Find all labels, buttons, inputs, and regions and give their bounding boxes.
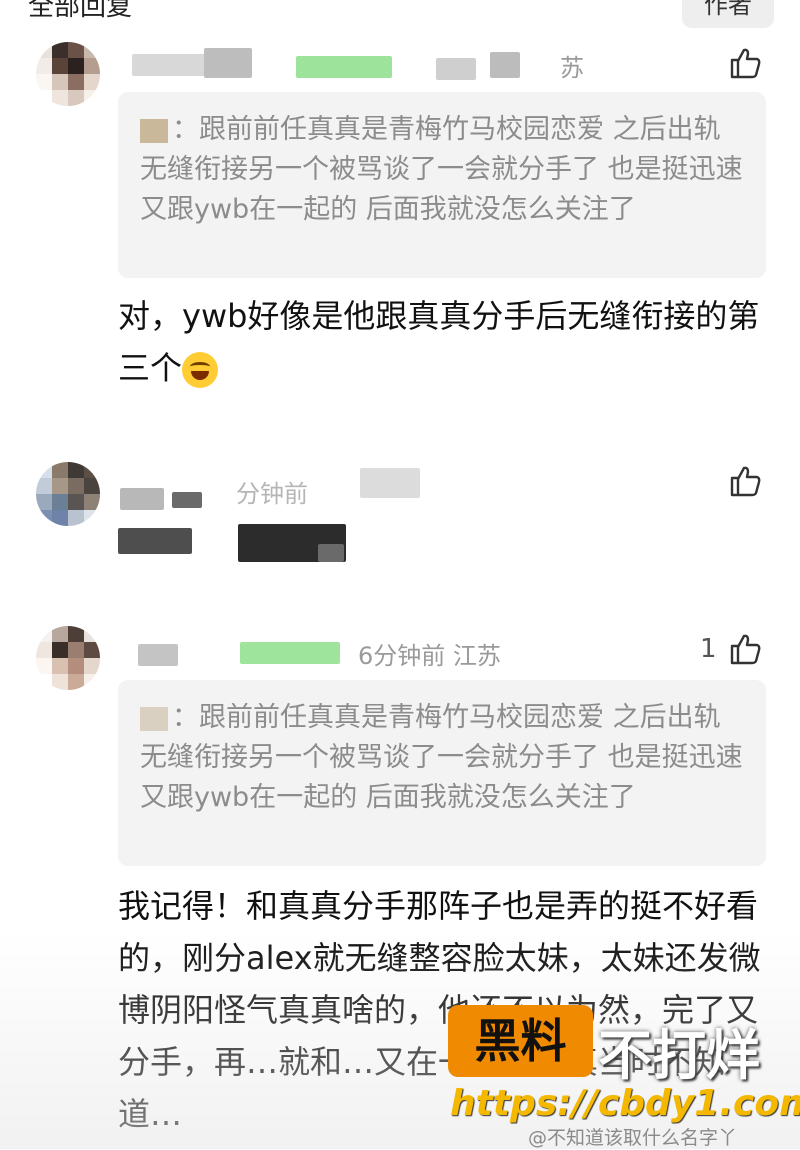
thumbs-up-icon[interactable]	[728, 46, 762, 80]
comment-item: 分钟前	[0, 460, 800, 580]
avatar[interactable]	[36, 462, 100, 526]
username-blurred[interactable]	[120, 48, 620, 88]
thumbs-up-icon[interactable]	[728, 464, 762, 498]
watermark-url: https://cbdy1.com	[450, 1083, 800, 1124]
all-replies-title: 全部回复	[28, 0, 133, 22]
thumbs-up-icon[interactable]	[728, 632, 762, 666]
avatar[interactable]	[36, 626, 100, 690]
weibo-watermark: @不知道该取什么名字丫	[528, 1127, 738, 1149]
quoted-username-blurred	[140, 118, 168, 143]
quoted-text: 跟前前任真真是青梅竹马校园恋爱 之后出轨无缝衔接另一个被骂谈了一会就分手了 也是…	[140, 702, 743, 813]
avatar[interactable]	[36, 42, 100, 106]
comment-meta: 苏	[560, 54, 584, 82]
comment-text-blurred	[118, 520, 378, 568]
quoted-reply[interactable]: ：跟前前任真真是青梅竹马校园恋爱 之后出轨无缝衔接另一个被骂谈了一会就分手了 也…	[118, 92, 766, 278]
comment-meta: 分钟前	[236, 480, 308, 508]
username-blurred[interactable]	[120, 632, 360, 672]
watermark-badge: 黑料	[448, 1005, 593, 1077]
quoted-reply[interactable]: ：跟前前任真真是青梅竹马校园恋爱 之后出轨无缝衔接另一个被骂谈了一会就分手了 也…	[118, 680, 766, 866]
comment-text: 对，ywb好像是他跟真真分手后无缝衔接的第三个	[118, 297, 760, 388]
quoted-text: 跟前前任真真是青梅竹马校园恋爱 之后出轨无缝衔接另一个被骂谈了一会就分手了 也是…	[140, 114, 743, 225]
top-bar: 全部回复 作者	[0, 0, 800, 30]
like-count: 1	[700, 634, 717, 664]
watermark-text: 不打烊	[598, 1024, 760, 1087]
author-filter-button[interactable]: 作者	[682, 0, 774, 28]
quoted-username-blurred	[140, 706, 168, 731]
laughing-tears-emoji	[182, 352, 219, 388]
comment-item: 苏 ：跟前前任真真是青梅竹马校园恋爱 之后出轨无缝衔接另一个被骂谈了一会就分手了…	[0, 40, 800, 400]
comment-meta: 6分钟前 江苏	[358, 642, 501, 670]
